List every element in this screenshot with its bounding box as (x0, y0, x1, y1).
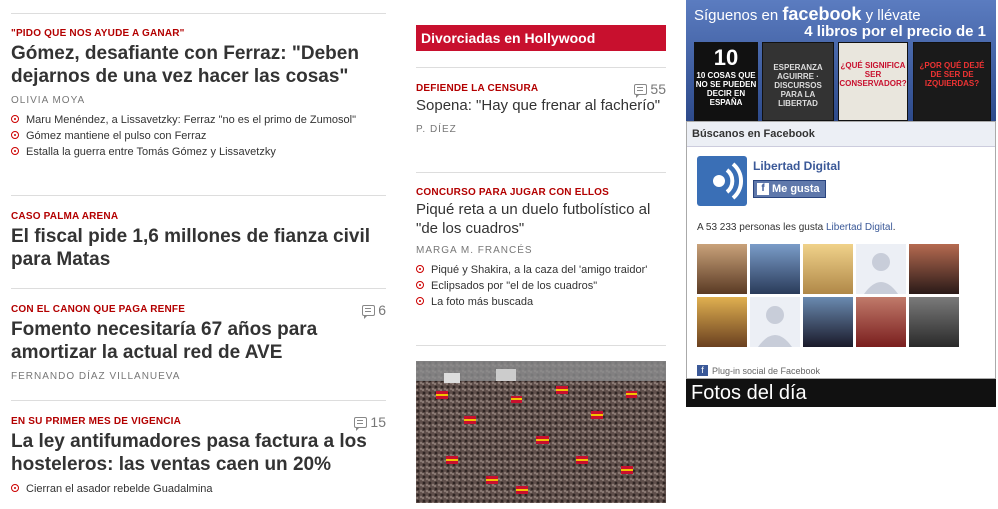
story-byline: OLIVIA MOYA (11, 95, 86, 106)
fb-page-link[interactable]: Libertad Digital (826, 222, 893, 233)
fan-faces-grid (697, 244, 987, 347)
story-pique: CONCURSO PARA JUGAR CON ELLOS Piqué reta… (416, 187, 666, 311)
story-headline[interactable]: Sopena: "Hay que frenar al facherío" (416, 96, 666, 115)
fan-avatar[interactable] (750, 244, 800, 294)
story-kicker: CASO PALMA ARENA (11, 211, 119, 222)
related-link[interactable]: Piqué y Shakira, a la caza del 'amigo tr… (416, 263, 666, 278)
book-cover: ESPERANZA AGUIRRE · DISCURSOS PARA LA LI… (762, 42, 834, 121)
story-sopena: DEFIENDE LA CENSURA 55 Sopena: "Hay que … (416, 81, 666, 135)
libertad-digital-logo[interactable] (697, 156, 747, 206)
related-link[interactable]: Maru Menéndez, a Lissavetzky: Ferraz "no… (11, 113, 386, 128)
facebook-promo-banner[interactable]: Síguenos en facebook y llévate 4 libros … (686, 0, 996, 121)
divider (416, 345, 666, 346)
fan-avatar[interactable] (909, 297, 959, 347)
facebook-like-box: Búscanos en Facebook Libertad Digital fM… (686, 121, 996, 379)
comment-icon (362, 304, 376, 319)
bullet-icon (11, 147, 19, 155)
divider (11, 400, 386, 401)
related-link[interactable]: La foto más buscada (416, 295, 666, 310)
section-title-bar[interactable]: Divorciadas en Hollywood (416, 25, 666, 51)
bullet-icon (11, 131, 19, 139)
fb-like-count: A 53 233 personas les gusta Libertad Dig… (697, 222, 896, 233)
banner-line1: Síguenos en facebook y llévate (694, 4, 921, 24)
related-links: Piqué y Shakira, a la caza del 'amigo tr… (416, 263, 666, 310)
story-headline[interactable]: Piqué reta a un duelo futbolístico al "d… (416, 200, 666, 238)
story-byline: FERNANDO DÍAZ VILLANUEVA (11, 371, 181, 382)
fan-avatar[interactable] (697, 297, 747, 347)
comment-icon (354, 416, 368, 431)
comment-count[interactable]: 6 (362, 302, 386, 319)
book-cover: 10 10 COSAS QUE NO SE PUEDEN DECIR EN ES… (694, 42, 758, 121)
bullet-icon (11, 115, 19, 123)
related-link[interactable]: Eclipsados por "el de los cuadros" (416, 279, 666, 294)
related-link[interactable]: Cierran el asador rebelde Guadalmina (11, 482, 386, 497)
story-fomento: CON EL CANON QUE PAGA RENFE 6 Fomento ne… (11, 302, 386, 382)
story-matas: CASO PALMA ARENA El fiscal pide 1,6 mill… (11, 211, 386, 271)
comment-icon (634, 83, 648, 98)
divider (11, 195, 386, 196)
story-kicker: CON EL CANON QUE PAGA RENFE (11, 304, 186, 315)
story-kicker: EN SU PRIMER MES DE VIGENCIA (11, 416, 182, 427)
fb-page-name[interactable]: Libertad Digital (753, 159, 840, 173)
bullet-icon (11, 484, 19, 492)
related-link[interactable]: Gómez mantiene el pulso con Ferraz (11, 129, 386, 144)
fan-avatar[interactable] (856, 297, 906, 347)
divider (416, 67, 666, 68)
story-kicker: CONCURSO PARA JUGAR CON ELLOS (416, 187, 610, 198)
facebook-icon: f (757, 183, 769, 195)
story-gomez: "PIDO QUE NOS AYUDE A GANAR" Gómez, desa… (11, 28, 386, 161)
divider (11, 13, 386, 14)
fan-avatar[interactable] (856, 244, 906, 294)
story-kicker: DEFIENDE LA CENSURA (416, 83, 539, 94)
crowd-photo (416, 361, 666, 503)
photos-of-day-header[interactable]: Fotos del día (686, 379, 996, 407)
story-headline[interactable]: El fiscal pide 1,6 millones de fianza ci… (11, 225, 386, 271)
story-headline[interactable]: La ley antifumadores pasa factura a los … (11, 430, 386, 476)
bullet-icon (416, 297, 424, 305)
fan-avatar[interactable] (697, 244, 747, 294)
bullet-icon (416, 281, 424, 289)
comment-count[interactable]: 55 (634, 81, 666, 98)
like-button[interactable]: f Me gusta (753, 180, 826, 198)
divider (416, 172, 666, 173)
book-cover: ¿QUÉ SIGNIFICA SER CONSERVADOR? (838, 42, 908, 121)
news-photo[interactable] (416, 361, 666, 503)
story-byline: P. DÍEZ (416, 124, 457, 135)
fan-avatar[interactable] (750, 297, 800, 347)
story-byline: MARGA M. FRANCÉS (416, 245, 533, 256)
fan-avatar[interactable] (909, 244, 959, 294)
story-headline[interactable]: Fomento necesitaría 67 años para amortiz… (11, 318, 386, 364)
related-links: Cierran el asador rebelde Guadalmina (11, 482, 386, 497)
bullet-icon (416, 265, 424, 273)
story-headline[interactable]: Gómez, desafiante con Ferraz: "Deben dej… (11, 42, 386, 88)
related-links: Maru Menéndez, a Lissavetzky: Ferraz "no… (11, 113, 386, 160)
fan-avatar[interactable] (803, 297, 853, 347)
comment-count[interactable]: 15 (354, 414, 386, 431)
fb-box-header: Búscanos en Facebook (687, 122, 995, 147)
book-cover: ¿POR QUÉ DEJÉ DE SER DE IZQUIERDAS? (913, 42, 991, 121)
related-link[interactable]: Estalla la guerra entre Tomás Gómez y Li… (11, 145, 386, 160)
story-kicker: "PIDO QUE NOS AYUDE A GANAR" (11, 28, 185, 39)
divider (11, 288, 386, 289)
story-antitabaco: EN SU PRIMER MES DE VIGENCIA 15 La ley a… (11, 414, 386, 498)
facebook-icon: f (697, 365, 708, 376)
fb-plugin-credit[interactable]: f Plug-in social de Facebook (697, 365, 820, 376)
fan-avatar[interactable] (803, 244, 853, 294)
banner-line2: 4 libros por el precio de 1 (804, 23, 986, 40)
